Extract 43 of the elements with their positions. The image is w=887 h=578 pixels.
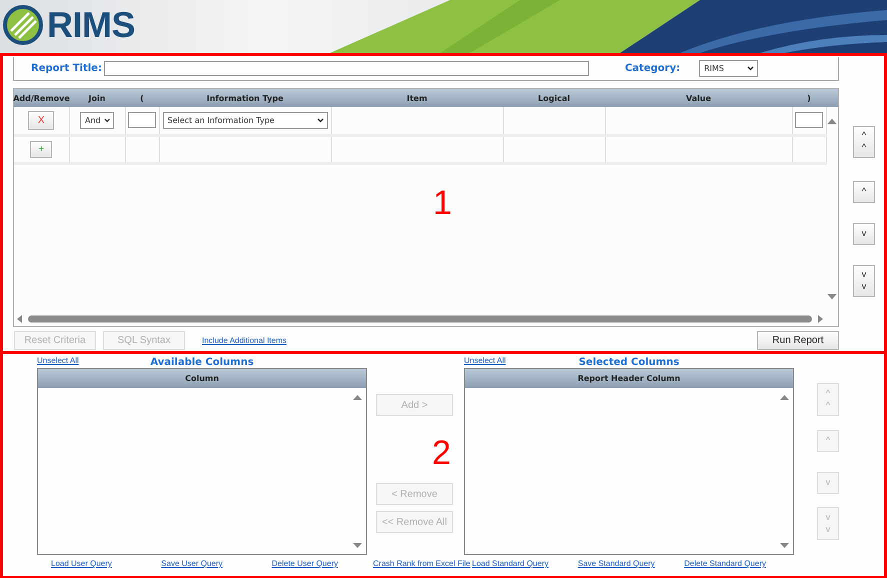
column-header: ( — [139, 92, 145, 104]
column-header: Join — [87, 92, 106, 105]
unselect-all-link[interactable]: Unselect All — [464, 356, 506, 365]
list-title: Available Columns — [150, 357, 254, 368]
column-header: Report Header Column — [465, 369, 793, 388]
list-title: Selected Columns — [578, 357, 680, 368]
open-paren-field[interactable] — [128, 112, 156, 128]
logo-text: RIMS — [47, 3, 135, 47]
field-label: Category: — [624, 63, 680, 74]
query-link[interactable]: Delete User Query — [272, 559, 338, 568]
field-label: Report Title: — [31, 63, 102, 74]
include-items-link[interactable]: Include Additional Items — [202, 336, 286, 344]
chevron-down-icon — [104, 118, 110, 123]
query-link[interactable]: Save Standard Query — [578, 559, 655, 568]
column-header: Information Type — [206, 92, 284, 105]
column-header: Logical — [537, 92, 571, 105]
section-number: 2 — [432, 434, 451, 473]
action-button[interactable]: Run Report — [757, 330, 839, 350]
query-link[interactable]: Crash Rank from Excel File — [373, 559, 470, 568]
query-link[interactable]: Delete Standard Query — [684, 559, 766, 568]
information-type-dropdown[interactable]: Select an Information Type — [162, 112, 328, 129]
query-link[interactable]: Load Standard Query — [472, 559, 548, 568]
delete-row-button[interactable]: X — [28, 110, 54, 130]
close-paren-field[interactable] — [795, 112, 823, 128]
move-button[interactable]: ^ ^ — [853, 126, 875, 158]
column-header: Item — [406, 92, 428, 104]
column-header: Column — [38, 369, 366, 388]
add-button[interactable]: + — [30, 140, 52, 158]
query-link[interactable]: Load User Query — [51, 559, 112, 568]
join-dropdown[interactable]: And — [80, 112, 114, 129]
move-button[interactable]: ^ — [853, 181, 875, 203]
query-link[interactable]: Save User Query — [161, 559, 223, 568]
column-header: Add/Remove — [14, 92, 69, 104]
section-number: 1 — [433, 184, 452, 223]
move-button[interactable]: v — [853, 223, 875, 245]
report-title-field[interactable] — [104, 61, 589, 76]
chevron-down-icon — [747, 66, 754, 71]
column-header: Value — [684, 92, 712, 104]
column-header: ) — [806, 92, 812, 104]
category-dropdown[interactable]: RIMS — [699, 60, 758, 77]
move-button[interactable]: v v — [853, 265, 875, 297]
chevron-down-icon — [316, 118, 324, 123]
unselect-all-link[interactable]: Unselect All — [37, 356, 79, 365]
